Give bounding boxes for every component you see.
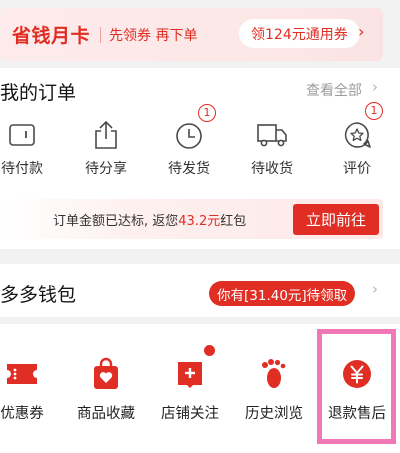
wallet-claim-pill[interactable]: 你有[31.40元]待领取 bbox=[209, 281, 356, 306]
promo-text-after: 红包 bbox=[220, 214, 247, 229]
order-pending-shipment[interactable]: 1 待发货 bbox=[155, 104, 223, 186]
tools-section: 优惠券 商品收藏 店铺关注 历史浏览 退款售后 bbox=[0, 324, 400, 453]
promo-text-before: 订单金额已达标, 返您 bbox=[53, 214, 179, 229]
go-now-button[interactable]: 立即前往 bbox=[293, 204, 379, 235]
chevron-right-icon[interactable]: › bbox=[372, 78, 378, 96]
clock-icon bbox=[155, 116, 223, 154]
count-badge: 1 bbox=[198, 104, 216, 122]
star-chat-icon bbox=[323, 116, 391, 154]
tool-label: 退款售后 bbox=[328, 406, 386, 422]
orders-section: 我的订单 查看全部 › 待付款 待分享 1 待发货 待收货 1 评价 订单金额已… bbox=[0, 68, 400, 249]
order-label: 待分享 bbox=[85, 161, 127, 177]
chevron-right-icon[interactable]: › bbox=[358, 22, 364, 41]
red-packet-promo-bar: 订单金额已达标, 返您43.2元红包 立即前往 bbox=[0, 199, 383, 239]
order-label: 待收货 bbox=[251, 161, 293, 177]
bag-heart-icon bbox=[66, 354, 146, 394]
orders-title: 我的订单 bbox=[0, 82, 77, 104]
tool-label: 优惠券 bbox=[0, 406, 44, 422]
divider bbox=[100, 26, 102, 43]
tool-label: 历史浏览 bbox=[245, 406, 303, 422]
wallet-title: 多多钱包 bbox=[0, 284, 77, 306]
savings-card-title: 省钱月卡 bbox=[12, 25, 91, 47]
promo-amount: 43.2元 bbox=[178, 214, 221, 229]
coupon-pill-button[interactable]: 领124元通用券 bbox=[239, 19, 360, 48]
wallet-section[interactable]: 多多钱包 你有[31.40元]待领取 › bbox=[0, 264, 400, 317]
tool-label: 店铺关注 bbox=[161, 406, 219, 422]
yen-refund-icon bbox=[317, 354, 397, 394]
order-pending-share[interactable]: 待分享 bbox=[72, 116, 140, 186]
order-pending-receipt[interactable]: 待收货 bbox=[238, 116, 306, 186]
notification-dot bbox=[204, 345, 215, 356]
order-review[interactable]: 1 评价 bbox=[323, 102, 391, 186]
tool-refund-after-sales[interactable]: 退款售后 bbox=[317, 350, 397, 440]
share-icon bbox=[72, 116, 140, 154]
wallet-icon bbox=[0, 116, 56, 154]
savings-card-banner[interactable]: 省钱月卡 先领券 再下单 领124元通用券 › bbox=[0, 8, 383, 61]
order-label: 评价 bbox=[343, 161, 371, 177]
tool-followed-stores[interactable]: 店铺关注 bbox=[150, 345, 230, 440]
savings-card-subtitle: 先领券 再下单 bbox=[109, 27, 198, 44]
ticket-icon bbox=[0, 354, 62, 394]
truck-icon bbox=[238, 116, 306, 154]
order-label: 待发货 bbox=[168, 161, 210, 177]
count-badge: 1 bbox=[365, 102, 383, 120]
order-label: 待付款 bbox=[1, 161, 43, 177]
tool-coupons[interactable]: 优惠券 bbox=[0, 350, 62, 440]
tool-label: 商品收藏 bbox=[77, 406, 135, 422]
tool-browsing-history[interactable]: 历史浏览 bbox=[234, 350, 314, 440]
tool-favorites[interactable]: 商品收藏 bbox=[66, 350, 146, 440]
promo-text: 订单金额已达标, 返您43.2元红包 bbox=[53, 210, 246, 229]
order-pending-payment[interactable]: 待付款 bbox=[0, 116, 56, 186]
footprints-icon bbox=[234, 354, 314, 394]
store-plus-icon bbox=[150, 354, 230, 394]
chevron-right-icon[interactable]: › bbox=[372, 280, 378, 298]
view-all-orders-link[interactable]: 查看全部 bbox=[306, 80, 362, 100]
